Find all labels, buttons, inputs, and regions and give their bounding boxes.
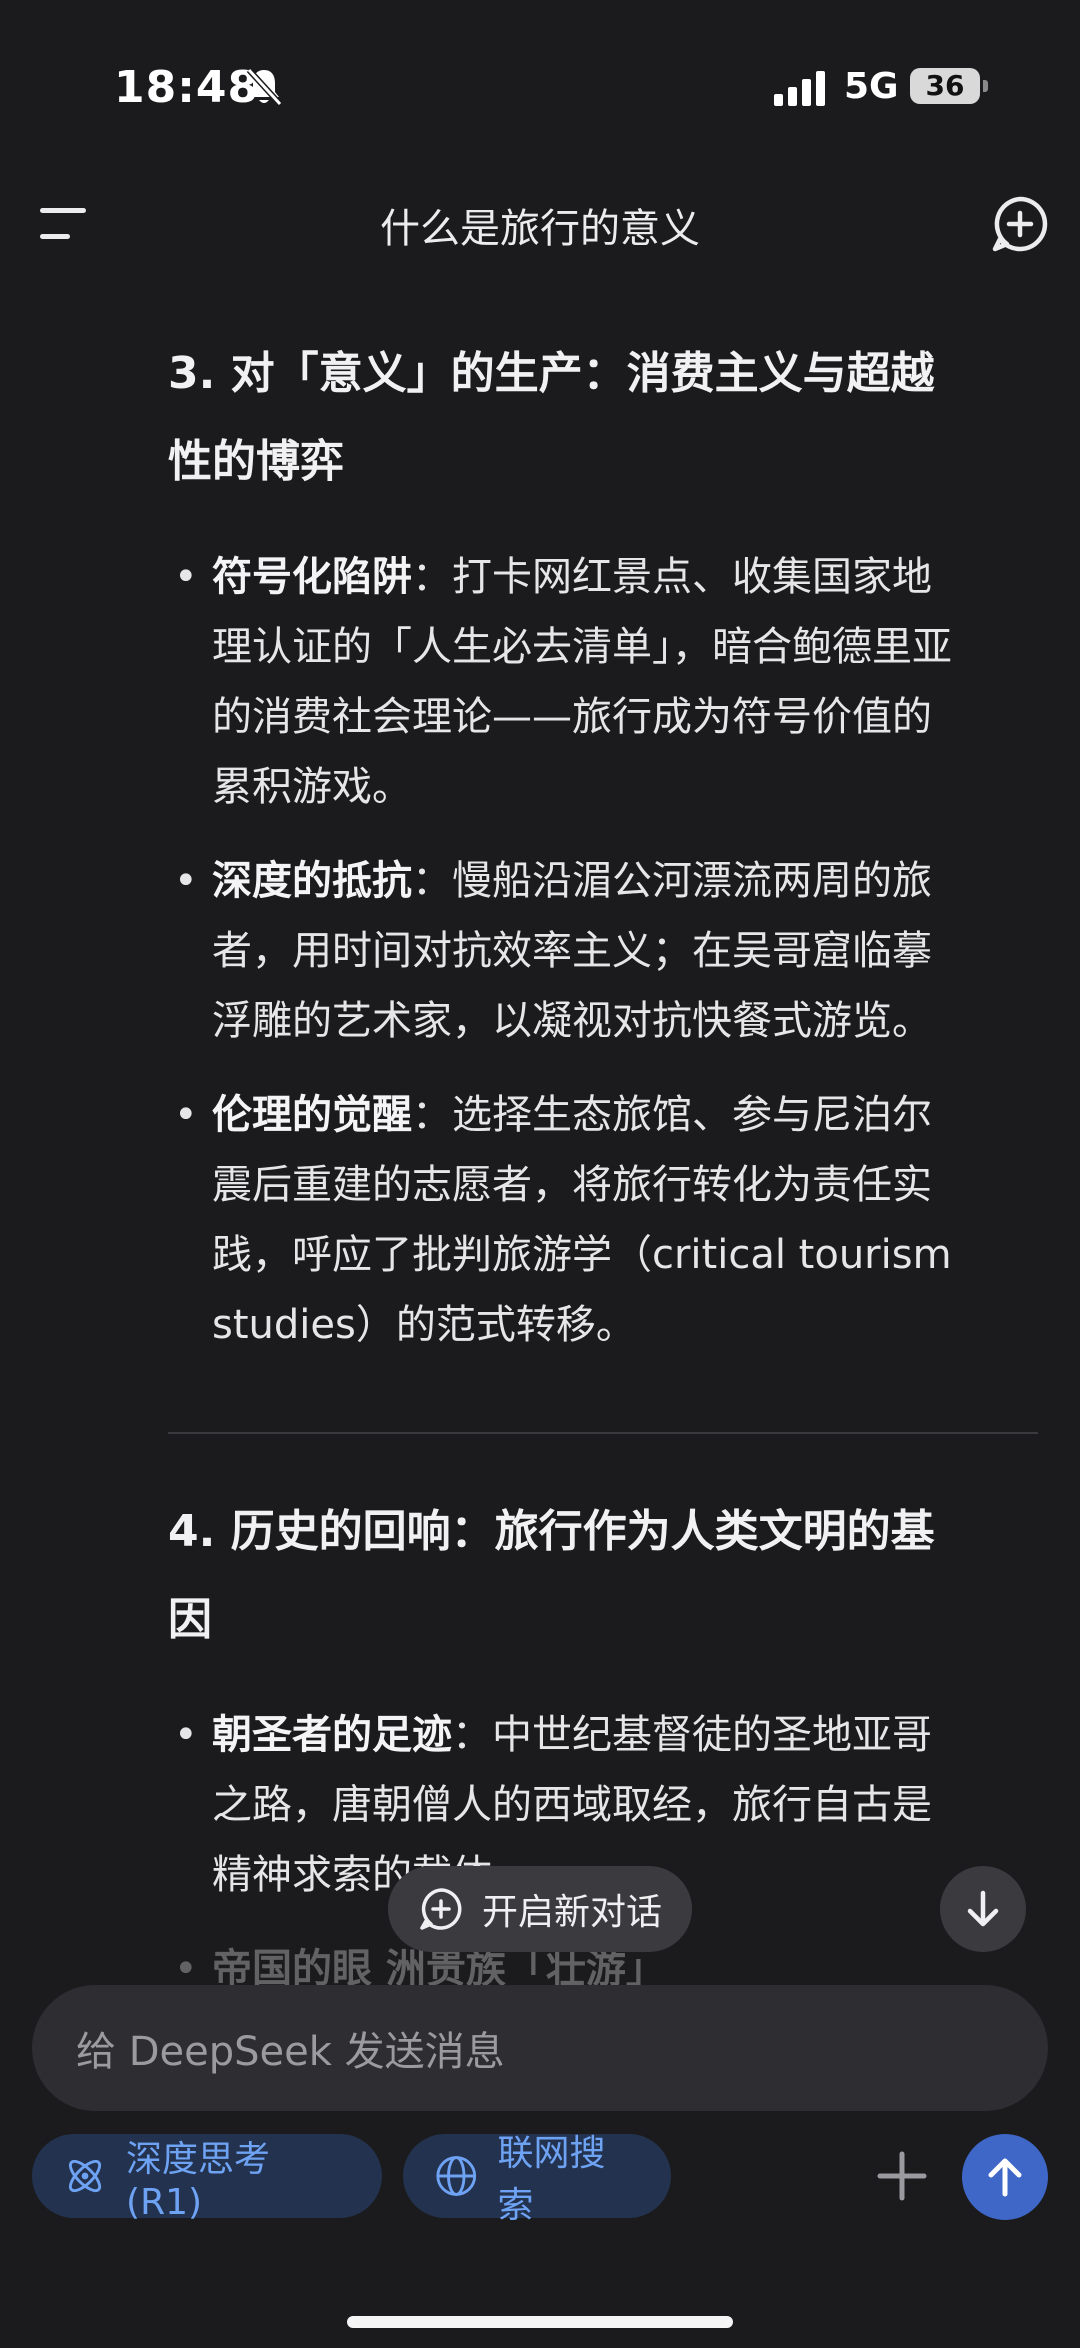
arrow-up-icon: [988, 2158, 1022, 2197]
status-time: 18:48: [114, 62, 260, 113]
page-title: 什么是旅行的意义: [380, 206, 700, 252]
list-item: 伦理的觉醒：选择生态旅馆、参与尼泊尔 震后重建的志愿者，将旅行转化为责任实 践，…: [168, 1080, 1038, 1360]
battery-tip: [983, 80, 988, 92]
network-type: 5G: [844, 66, 899, 107]
status-bar: 18:48 5G 36: [0, 0, 1080, 150]
globe-icon: [436, 2156, 477, 2196]
list-item: 深度的抵抗：慢船沿湄公河漂流两周的旅 者，用时间对抗效率主义；在吴哥窟临摹 浮雕…: [168, 846, 1038, 1056]
scroll-to-bottom-button[interactable]: [940, 1866, 1026, 1952]
bullet-list: 朝圣者的足迹：中世纪基督徒的圣地亚哥 之路，唐朝僧人的西域取经，旅行自古是 精神…: [168, 1700, 1038, 2004]
list-item: 符号化陷阱：打卡网红景点、收集国家地 理认证的「人生必去清单」，暗合鲍德里亚 的…: [168, 542, 1038, 822]
section-heading: 4. 历史的回响：旅行作为人类文明的基 因: [168, 1506, 935, 1645]
assistant-message: 3. 对「意义」的生产：消费主义与超越 性的博弈 符号化陷阱：打卡网红景点、收集…: [168, 330, 1038, 2028]
cellular-signal-icon: [774, 71, 825, 106]
new-chat-button[interactable]: 开启新对话: [388, 1866, 692, 1952]
new-chat-icon[interactable]: [990, 194, 1050, 254]
send-button[interactable]: [962, 2134, 1048, 2220]
battery-indicator: 36: [910, 68, 980, 104]
home-indicator[interactable]: [347, 2316, 733, 2328]
section-heading: 3. 对「意义」的生产：消费主义与超越 性的博弈: [168, 348, 935, 487]
arrow-down-icon: [967, 1890, 999, 1927]
web-search-toggle[interactable]: 联网搜索: [403, 2133, 671, 2226]
add-attachment-icon[interactable]: [872, 2146, 932, 2206]
chat-header: 什么是旅行的意义: [0, 170, 1080, 280]
new-chat-icon: [420, 1888, 462, 1930]
bell-muted-icon: [246, 67, 283, 107]
bullet-list: 符号化陷阱：打卡网红景点、收集国家地 理认证的「人生必去清单」，暗合鲍德里亚 的…: [168, 542, 1038, 1360]
message-input[interactable]: 给 DeepSeek 发送消息: [32, 1985, 1048, 2111]
deep-think-toggle[interactable]: 深度思考 (R1): [32, 2134, 382, 2223]
section-divider: [168, 1432, 1038, 1434]
atom-icon: [68, 2159, 102, 2193]
